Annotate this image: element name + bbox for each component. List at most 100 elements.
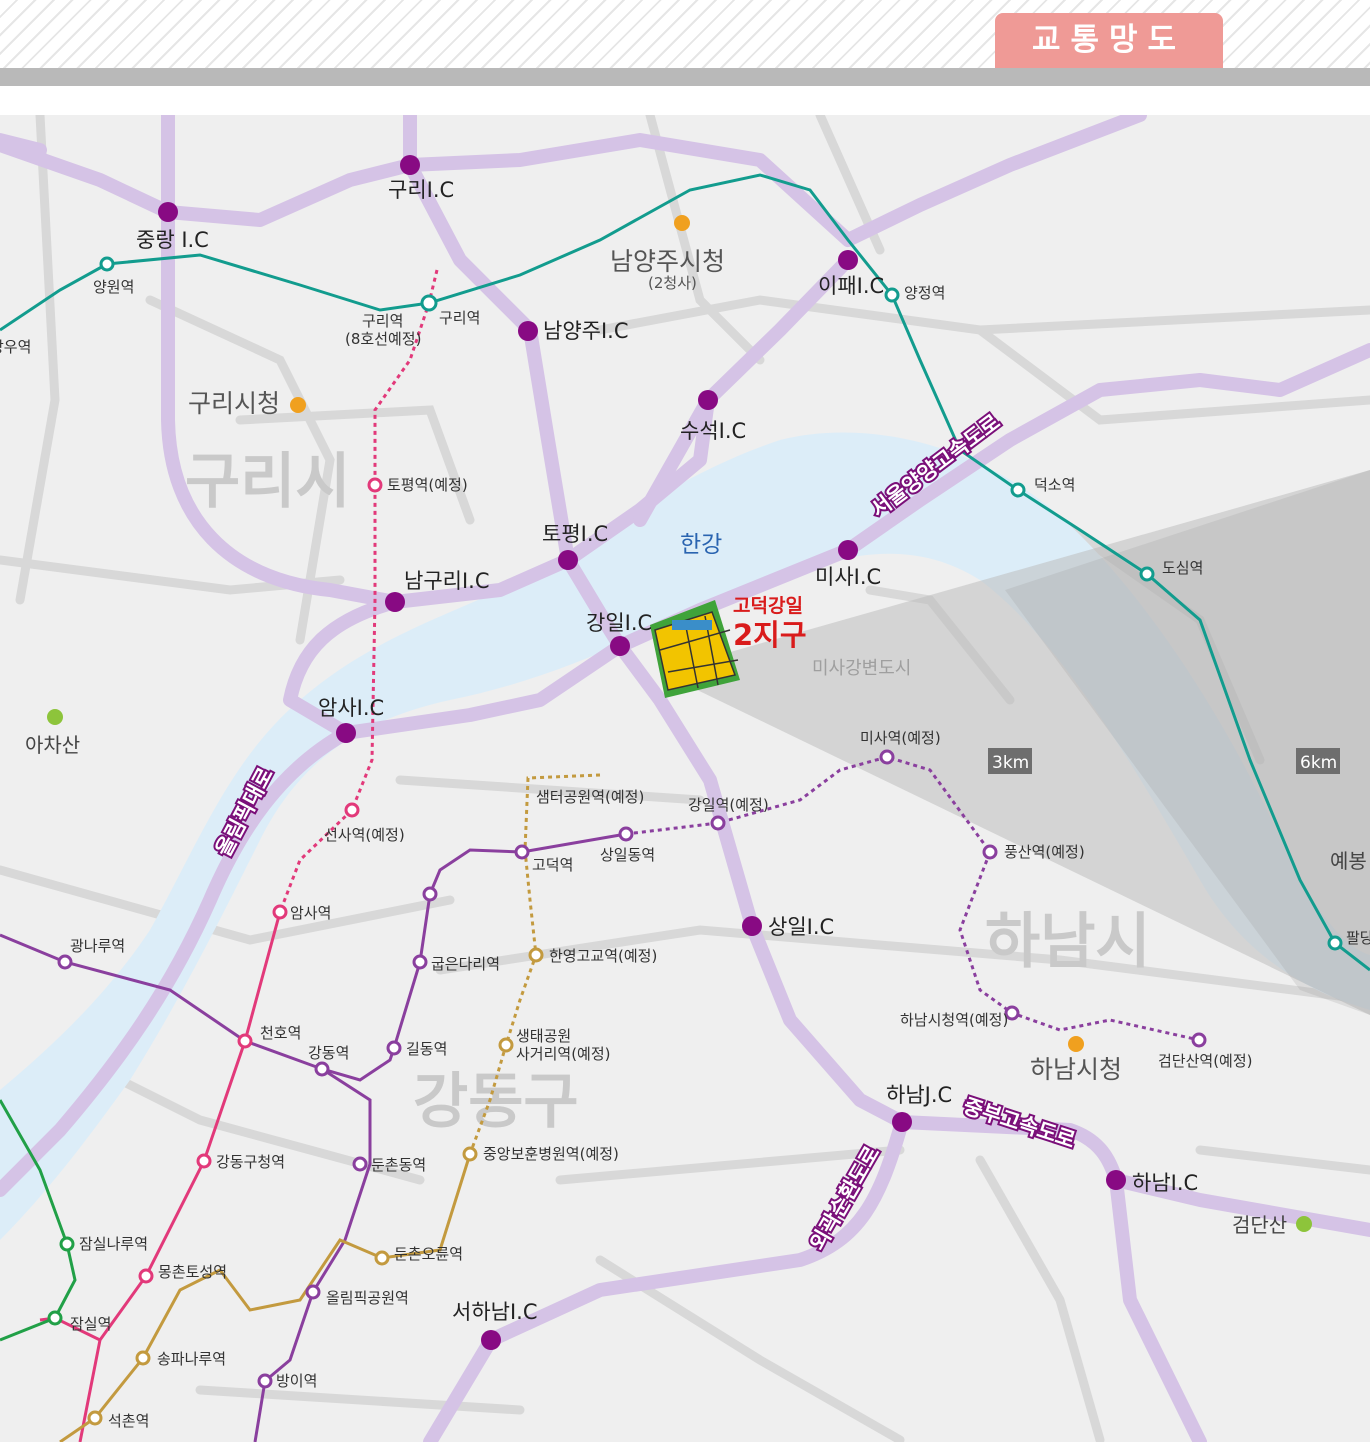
- label-yangjeong: 양정역: [904, 284, 945, 302]
- station-jungang-plan[interactable]: [462, 1146, 478, 1162]
- station-topyeong-plan[interactable]: [367, 477, 383, 493]
- label-sunsa-plan: 선사역(예정): [324, 826, 405, 844]
- ic-misa-label: 미사I.C: [815, 565, 881, 589]
- station-sangil[interactable]: [618, 826, 634, 842]
- station-sunsa-plan[interactable]: [344, 802, 360, 818]
- station-jamsilnaru[interactable]: [59, 1236, 75, 1252]
- ic-sangil-marker[interactable]: [742, 916, 762, 936]
- station-dunchon-oryun[interactable]: [374, 1250, 390, 1266]
- namyangju-city-hall-marker[interactable]: [674, 215, 690, 231]
- station-geomdansan-plan[interactable]: [1191, 1032, 1207, 1048]
- geomdansan-marker[interactable]: [1296, 1216, 1312, 1232]
- label-amsa: 암사역: [290, 904, 331, 922]
- label-geomdansan-plan: 검단산역(예정): [1158, 1052, 1253, 1070]
- ic-jungnang-label: 중랑 I.C: [136, 228, 209, 252]
- station-amsa[interactable]: [272, 904, 288, 920]
- achasan-label: 아차산: [25, 733, 80, 757]
- ic-hanam-marker[interactable]: [1106, 1170, 1126, 1190]
- label-gangil-plan: 강일역(예정): [688, 796, 769, 814]
- geomdansan-label: 검단산: [1232, 1213, 1287, 1237]
- label-olympic-park: 올림픽공원역: [326, 1289, 409, 1307]
- station-gangdong[interactable]: [314, 1061, 330, 1077]
- station-dunchondong[interactable]: [352, 1156, 368, 1172]
- ic-guri-label: 구리I.C: [388, 178, 454, 202]
- label-godeok: 고덕역: [532, 856, 573, 874]
- label-dunchon-oryun: 둔촌오륜역: [394, 1245, 463, 1263]
- ic-ipae-label: 이패I.C: [818, 274, 884, 298]
- station-pungsan-plan[interactable]: [982, 844, 998, 860]
- station-mongchon[interactable]: [138, 1268, 154, 1284]
- label-hanam-cityhall-plan: 하남시청역(예정): [900, 1011, 1008, 1029]
- label-gwangnaru: 광나루역: [70, 937, 125, 955]
- label-misa-plan: 미사역(예정): [860, 729, 941, 747]
- station-gubeundari[interactable]: [412, 954, 428, 970]
- station-seokchon[interactable]: [87, 1410, 103, 1426]
- station-guri[interactable]: [420, 294, 438, 312]
- achasan-marker[interactable]: [47, 709, 63, 725]
- station-gangil-plan[interactable]: [710, 815, 726, 831]
- station-cheonho[interactable]: [237, 1033, 253, 1049]
- ic-namyangju-marker[interactable]: [518, 321, 538, 341]
- ic-sangil-label: 상일I.C: [768, 915, 834, 939]
- misa-riverside-label: 미사강변도시: [812, 658, 911, 679]
- label-topyeong-plan: 토평역(예정): [387, 476, 468, 494]
- ic-namyangju-label: 남양주I.C: [543, 319, 629, 343]
- station-yangwon[interactable]: [99, 256, 115, 272]
- label-pungsan-plan: 풍산역(예정): [1004, 843, 1085, 861]
- ic-gangil-marker[interactable]: [610, 636, 630, 656]
- label-jamsilnaru: 잠실나루역: [79, 1235, 148, 1253]
- label-mongchon: 몽촌토성역: [158, 1263, 227, 1281]
- station-saengtae-plan[interactable]: [498, 1037, 514, 1053]
- label-guri8-2: (8호선예정): [345, 330, 421, 348]
- ic-suseok-marker[interactable]: [698, 390, 718, 410]
- ring-3km-label: 3km: [992, 753, 1029, 773]
- station-misa-plan[interactable]: [879, 749, 895, 765]
- ic-namguri-label: 남구리I.C: [404, 569, 490, 593]
- ic-namguri-marker[interactable]: [385, 592, 405, 612]
- ic-seohanam-marker[interactable]: [481, 1330, 501, 1350]
- label-saengtae-1: 생태공원: [516, 1027, 571, 1045]
- station-hanyeong-plan[interactable]: [528, 947, 544, 963]
- station-jamsil[interactable]: [47, 1310, 63, 1326]
- ic-amsa-marker[interactable]: [336, 723, 356, 743]
- station-bangi[interactable]: [257, 1373, 273, 1389]
- namyangju-city-hall-label: 남양주시청: [610, 247, 725, 276]
- station-yangjeong[interactable]: [884, 287, 900, 303]
- label-seokchon: 석촌역: [108, 1412, 149, 1430]
- ic-jungnang-marker[interactable]: [158, 202, 178, 222]
- label-saengtae-2: 사거리역(예정): [516, 1045, 611, 1063]
- ic-guri-marker[interactable]: [400, 155, 420, 175]
- ic-topyeong-marker[interactable]: [558, 550, 578, 570]
- hangang-label: 한강: [680, 532, 722, 558]
- header-bar: [0, 68, 1370, 86]
- transport-map[interactable]: 구리시 강동구 하남시 고덕강일 2지구 한강 미사강변도시 서울양양고속도로 …: [0, 115, 1370, 1442]
- label-mangu: 망우역: [0, 338, 31, 356]
- label-cheonho: 천호역: [260, 1024, 301, 1042]
- station-songpanaru[interactable]: [135, 1350, 151, 1366]
- ic-amsa-label: 암사I.C: [318, 696, 384, 720]
- station-gildong[interactable]: [386, 1040, 402, 1056]
- hanam-city-hall-marker[interactable]: [1068, 1036, 1084, 1052]
- station-myeongil[interactable]: [422, 886, 438, 902]
- label-gangdong-gu: 강동구청역: [216, 1153, 285, 1171]
- label-jamsil: 잠실역: [70, 1315, 111, 1333]
- label-yangwon: 양원역: [93, 278, 134, 296]
- station-olympic-park[interactable]: [305, 1284, 321, 1300]
- ic-misa-marker[interactable]: [838, 540, 858, 560]
- label-jungang-plan: 중앙보훈병원역(예정): [483, 1145, 619, 1163]
- guri-city-hall-marker[interactable]: [290, 397, 306, 413]
- label-bangi: 방이역: [276, 1372, 317, 1390]
- ic-ipae-marker[interactable]: [838, 250, 858, 270]
- station-godeok[interactable]: [514, 844, 530, 860]
- station-gwangnaru[interactable]: [57, 954, 73, 970]
- label-paldang: 팔당: [1346, 929, 1370, 947]
- station-paldang[interactable]: [1327, 935, 1343, 951]
- station-gangdong-gu[interactable]: [196, 1153, 212, 1169]
- ic-seohanam-label: 서하남I.C: [452, 1300, 538, 1324]
- label-sangil: 상일동역: [600, 846, 655, 864]
- ic-hanam-jc-marker[interactable]: [892, 1112, 912, 1132]
- label-songpanaru: 송파나루역: [157, 1350, 226, 1368]
- label-dosim: 도심역: [1162, 559, 1203, 577]
- station-deokso[interactable]: [1010, 482, 1026, 498]
- station-dosim[interactable]: [1139, 566, 1155, 582]
